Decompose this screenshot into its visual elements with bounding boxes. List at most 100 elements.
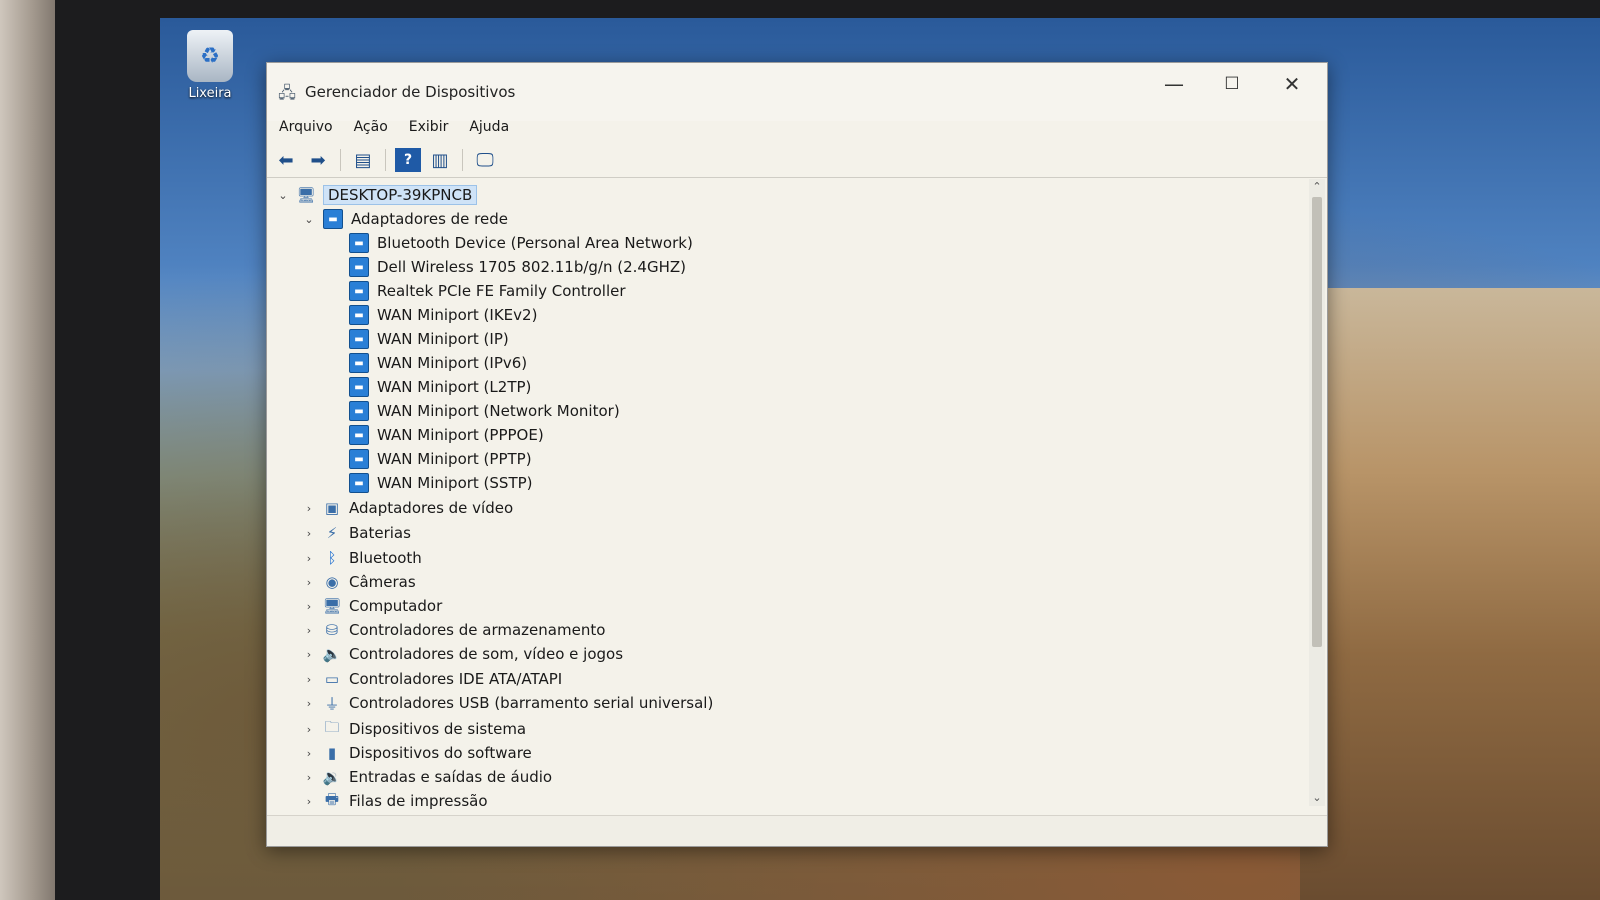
menu-exibir[interactable]: Exibir xyxy=(409,113,460,141)
category-item[interactable]: › ▮ Dispositivos do software xyxy=(301,741,532,765)
recycle-bin-label: Lixeira xyxy=(188,86,232,101)
category-item[interactable]: › ⚡ Baterias xyxy=(301,521,411,545)
category-label: Controladores USB (barramento serial uni… xyxy=(349,694,714,712)
help-icon[interactable]: ? xyxy=(395,148,421,172)
usb-icon: ⏚ xyxy=(324,694,340,713)
computer-icon: 🖥 xyxy=(322,597,342,615)
expand-chevron-icon[interactable]: › xyxy=(301,527,317,540)
collapse-chevron-icon[interactable]: ⌄ xyxy=(275,189,291,202)
battery-icon: ⚡ xyxy=(326,524,338,542)
vertical-scrollbar[interactable]: ⌃ ⌄ xyxy=(1309,179,1325,806)
network-adapter-icon: ▬ xyxy=(349,401,369,421)
network-adapter-icon: ▬ xyxy=(349,281,369,301)
network-adapter-icon: ▬ xyxy=(349,353,369,373)
menu-acao[interactable]: Ação xyxy=(354,113,399,141)
minimize-button[interactable]: — xyxy=(1151,69,1197,99)
device-tree: ⌄ 🖥 DESKTOP-39KPNCB ⌄ ▬ Adaptadores de r… xyxy=(267,179,1307,816)
device-item[interactable]: ▬ WAN Miniport (SSTP) xyxy=(349,471,533,495)
device-item[interactable]: ▬ Dell Wireless 1705 802.11b/g/n (2.4GHZ) xyxy=(349,255,686,279)
network-adapter-icon: ▬ xyxy=(349,473,369,493)
category-item[interactable]: › ◉ Câmeras xyxy=(301,570,416,594)
device-item[interactable]: ▬ WAN Miniport (IKEv2) xyxy=(349,303,537,327)
expand-chevron-icon[interactable]: › xyxy=(301,795,317,808)
collapse-chevron-icon[interactable]: ⌄ xyxy=(301,213,317,226)
device-item[interactable]: ▬ Bluetooth Device (Personal Area Network… xyxy=(349,231,693,255)
category-label: Filas de impressão xyxy=(349,792,488,810)
expand-chevron-icon[interactable]: › xyxy=(301,552,317,565)
status-bar xyxy=(267,815,1327,846)
category-item[interactable]: › ⛁ Controladores de armazenamento xyxy=(301,618,606,642)
expand-chevron-icon[interactable]: › xyxy=(301,771,317,784)
scroll-thumb[interactable] xyxy=(1312,197,1322,647)
category-item[interactable]: › 🗀 Dispositivos de sistema xyxy=(301,717,526,741)
expand-chevron-icon[interactable]: › xyxy=(301,648,317,661)
network-adapter-icon: ▬ xyxy=(349,449,369,469)
category-label: Adaptadores de rede xyxy=(351,210,508,228)
view-icon[interactable]: ▥ xyxy=(427,148,453,172)
network-adapter-icon: ▬ xyxy=(349,425,369,445)
root-label: DESKTOP-39KPNCB xyxy=(323,185,478,205)
window-title: Gerenciador de Dispositivos xyxy=(305,83,516,101)
category-item[interactable]: › 🖥 Computador xyxy=(301,594,442,618)
device-item[interactable]: ▬ WAN Miniport (L2TP) xyxy=(349,375,531,399)
category-item[interactable]: › ▭ Controladores IDE ATA/ATAPI xyxy=(301,667,562,691)
device-item[interactable]: ▬ WAN Miniport (PPTP) xyxy=(349,447,532,471)
back-icon[interactable]: ⬅ xyxy=(273,148,299,172)
category-item[interactable]: › 🔉 Entradas e saídas de áudio xyxy=(301,765,552,789)
category-label: Dispositivos do software xyxy=(349,744,532,762)
expand-chevron-icon[interactable]: › xyxy=(301,747,317,760)
expand-chevron-icon[interactable]: › xyxy=(301,600,317,613)
menu-arquivo[interactable]: Arquivo xyxy=(279,113,344,141)
expand-chevron-icon[interactable]: › xyxy=(301,673,317,686)
category-label: Entradas e saídas de áudio xyxy=(349,768,553,786)
menu-bar: Arquivo Ação Exibir Ajuda xyxy=(267,113,1327,141)
scroll-up-arrow-icon[interactable]: ⌃ xyxy=(1309,179,1325,195)
expand-chevron-icon[interactable]: › xyxy=(301,576,317,589)
device-item[interactable]: ▬ WAN Miniport (Network Monitor) xyxy=(349,399,620,423)
device-label: WAN Miniport (PPTP) xyxy=(377,450,532,468)
tree-root[interactable]: ⌄ 🖥 DESKTOP-39KPNCB xyxy=(275,183,478,207)
display-adapter-icon: ▣ xyxy=(324,499,340,517)
expand-chevron-icon[interactable]: › xyxy=(301,697,317,710)
expand-chevron-icon[interactable]: › xyxy=(301,502,317,515)
wallpaper-cliff xyxy=(1300,288,1600,900)
audio-io-icon: 🔉 xyxy=(322,768,342,786)
recycle-bin-shortcut[interactable]: ♻ Lixeira xyxy=(180,30,240,101)
network-adapter-icon: ▬ xyxy=(349,329,369,349)
scroll-down-arrow-icon[interactable]: ⌄ xyxy=(1309,790,1325,806)
forward-icon[interactable]: ➡ xyxy=(305,148,331,172)
category-label: Dispositivos de sistema xyxy=(349,720,527,738)
close-button[interactable]: ✕ xyxy=(1269,69,1315,99)
properties-icon[interactable]: ▤ xyxy=(350,148,376,172)
toolbar-separator xyxy=(385,149,386,171)
category-item[interactable]: › ᛒ Bluetooth xyxy=(301,546,422,570)
device-manager-window: 🖧 Gerenciador de Dispositivos — ☐ ✕ Arqu… xyxy=(266,62,1328,847)
device-label: WAN Miniport (IPv6) xyxy=(377,354,528,372)
category-item[interactable]: › 🖶 Filas de impressão xyxy=(301,789,488,813)
bluetooth-icon: ᛒ xyxy=(327,549,337,567)
device-item[interactable]: ▬ WAN Miniport (PPPOE) xyxy=(349,423,544,447)
monitor-icon[interactable]: 🖵 xyxy=(472,148,498,172)
device-item[interactable]: ▬ WAN Miniport (IPv6) xyxy=(349,351,527,375)
device-item[interactable]: ▬ WAN Miniport (IP) xyxy=(349,327,509,351)
device-label: WAN Miniport (Network Monitor) xyxy=(377,402,620,420)
device-label: WAN Miniport (IP) xyxy=(377,330,509,348)
speaker-icon: 🔈 xyxy=(322,645,342,663)
toolbar: ⬅ ➡ ▤ ? ▥ 🖵 xyxy=(267,143,1327,178)
printer-icon: 🖶 xyxy=(324,789,340,808)
expand-chevron-icon[interactable]: › xyxy=(301,723,317,736)
category-item[interactable]: › 🔈 Controladores de som, vídeo e jogos xyxy=(301,642,623,666)
category-label: Computador xyxy=(349,597,443,615)
category-item[interactable]: › ▣ Adaptadores de vídeo xyxy=(301,496,513,520)
category-item[interactable]: › ⏚ Controladores USB (barramento serial u… xyxy=(301,691,714,715)
maximize-button[interactable]: ☐ xyxy=(1209,69,1255,99)
category-network-adapters[interactable]: ⌄ ▬ Adaptadores de rede xyxy=(301,207,508,231)
network-adapter-icon: ▬ xyxy=(349,305,369,325)
menu-ajuda[interactable]: Ajuda xyxy=(469,113,520,141)
expand-chevron-icon[interactable]: › xyxy=(301,624,317,637)
toolbar-separator xyxy=(340,149,341,171)
device-label: WAN Miniport (SSTP) xyxy=(377,474,533,492)
device-item[interactable]: ▬ Realtek PCIe FE Family Controller xyxy=(349,279,626,303)
network-adapter-icon: ▬ xyxy=(323,209,343,229)
network-adapter-icon: ▬ xyxy=(349,377,369,397)
